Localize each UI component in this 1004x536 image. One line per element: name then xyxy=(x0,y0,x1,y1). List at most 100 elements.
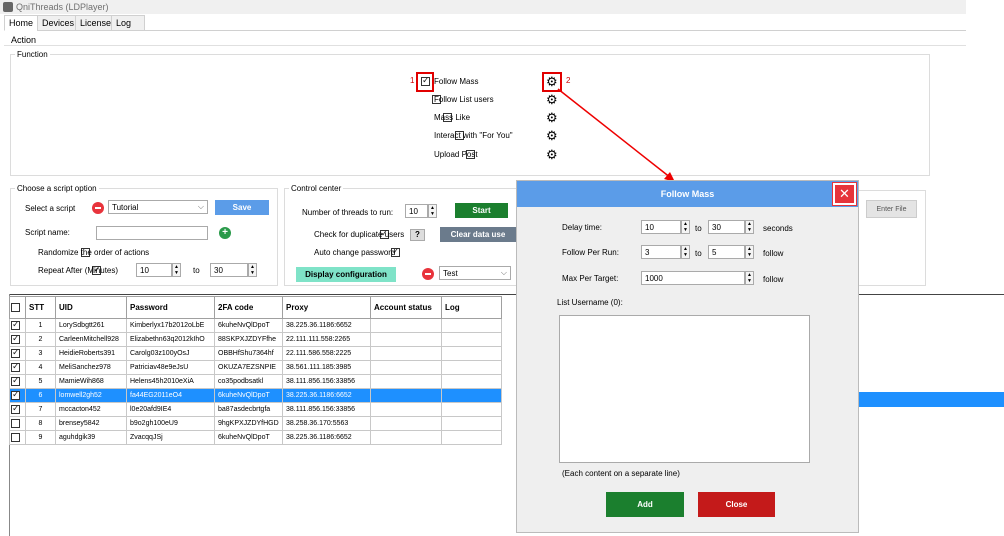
row-checkbox[interactable] xyxy=(11,390,20,400)
header-log[interactable]: Log xyxy=(441,296,502,319)
cell-stt: 3 xyxy=(25,346,56,361)
table-row[interactable]: 1LorySdbgtt261Kimberlyx17b2012oLbE6kuheN… xyxy=(9,318,502,333)
cell-password: b9o2gh100eU9 xyxy=(126,416,215,431)
row-checkbox[interactable] xyxy=(11,348,20,358)
cell-proxy: 38.225.36.1186:6652 xyxy=(282,430,371,445)
username-list-textarea[interactable] xyxy=(559,315,810,463)
row-checkbox-cell[interactable] xyxy=(9,374,26,389)
header-stt[interactable]: STT xyxy=(25,296,56,319)
delay-to-input[interactable]: 30 xyxy=(708,220,745,234)
repeat-from-input[interactable]: 10 xyxy=(136,263,172,277)
max-target-input[interactable]: 1000 xyxy=(641,271,745,285)
table-header-row: STT UID Password 2FA code Proxy Account … xyxy=(9,296,502,319)
follow-mass-checkbox[interactable] xyxy=(421,75,430,87)
row-checkbox-cell[interactable] xyxy=(9,360,26,375)
cell-account-status xyxy=(370,416,442,431)
script-name-input[interactable] xyxy=(96,226,208,240)
row-checkbox-cell[interactable] xyxy=(9,430,26,445)
cell-2fa: 6kuheNvQlDpoT xyxy=(214,318,283,333)
tab-home[interactable]: Home xyxy=(4,15,39,31)
cell-2fa: OBBHfShu7364hf xyxy=(214,346,283,361)
row-checkbox[interactable] xyxy=(11,433,20,442)
per-run-from-input[interactable]: 3 xyxy=(641,245,681,259)
start-button[interactable]: Start xyxy=(455,203,508,218)
delay-to-spinner[interactable]: ▲ ▼ xyxy=(745,220,754,234)
duplicate-help-button[interactable]: ? xyxy=(410,229,425,241)
row-checkbox[interactable] xyxy=(11,362,20,372)
tab-devices[interactable]: Devices xyxy=(37,15,80,31)
table-row[interactable]: 3HeidieRoberts391Carolg03z100yOsJOBBHfSh… xyxy=(9,346,502,361)
add-button[interactable]: Add xyxy=(606,492,684,517)
cell-stt: 2 xyxy=(25,332,56,347)
marker-1: 1 xyxy=(410,76,415,85)
row-checkbox-cell[interactable] xyxy=(9,318,26,333)
per-run-from-spinner[interactable]: ▲ ▼ xyxy=(681,245,690,259)
cell-2fa: 9hgKPXJZDYfHGD xyxy=(214,416,283,431)
header-uid[interactable]: UID xyxy=(55,296,127,319)
delete-config-icon[interactable] xyxy=(422,268,434,280)
row-checkbox[interactable] xyxy=(11,404,20,414)
close-button[interactable]: Close xyxy=(698,492,775,517)
table-row[interactable]: 8 brensey5842 b9o2gh100eU9 9hgKPXJZDYfHGD 38… xyxy=(9,416,502,431)
per-run-to-spinner[interactable]: ▲ ▼ xyxy=(745,245,754,259)
cell-uid: MeliSanchez978 xyxy=(55,360,127,375)
row-checkbox-cell[interactable] xyxy=(9,346,26,361)
table-row[interactable]: 2CarleenMitchell928Elizabethn63q2012kIhO… xyxy=(9,332,502,347)
config-select[interactable]: Test ⌵ xyxy=(439,266,511,280)
row-checkbox-cell[interactable] xyxy=(9,402,26,417)
row-checkbox[interactable] xyxy=(11,320,20,330)
header-2fa[interactable]: 2FA code xyxy=(214,296,283,319)
cell-uid: HeidieRoberts391 xyxy=(55,346,127,361)
cell-uid: MamieWih868 xyxy=(55,374,127,389)
marker-2: 2 xyxy=(566,76,571,85)
repeat-to-input[interactable]: 30 xyxy=(210,263,248,277)
cell-proxy: 38.258.36.170:5563 xyxy=(282,416,371,431)
upload-post-label: Upload Post xyxy=(434,150,478,159)
header-password[interactable]: Password xyxy=(126,296,215,319)
delete-script-icon[interactable] xyxy=(92,202,104,214)
threads-spinner[interactable]: ▲ ▼ xyxy=(428,204,437,218)
table-row[interactable]: 9 aguhdgik39 ZvacqqJSj 6kuheNvQlDpoT 38.225.… xyxy=(9,430,502,445)
add-script-icon[interactable]: + xyxy=(219,227,231,239)
script-name-label: Script name: xyxy=(25,228,70,237)
cell-password: Elizabethn63q2012kIhO xyxy=(126,332,215,347)
cell-log xyxy=(441,374,502,389)
row-checkbox-cell[interactable] xyxy=(9,332,26,347)
save-button[interactable]: Save xyxy=(215,200,269,215)
cell-2fa: 6kuheNvQlDpoT xyxy=(214,430,283,445)
repeat-from-spinner[interactable]: ▲ ▼ xyxy=(172,263,181,277)
cell-2fa: 6kuheNvQlDpoT xyxy=(214,388,283,403)
row-checkbox[interactable] xyxy=(11,419,20,428)
per-run-to-label: to xyxy=(695,249,702,258)
clear-data-button[interactable]: Clear data use xyxy=(440,227,516,242)
enter-file-button[interactable]: Enter File xyxy=(866,200,917,218)
table-row[interactable]: 7mccacton452l0e20afd9IE4ba87asdecbrtgfa3… xyxy=(9,402,502,417)
script-select[interactable]: Tutorial ⌵ xyxy=(108,200,208,214)
cell-uid: CarleenMitchell928 xyxy=(55,332,127,347)
delay-from-spinner[interactable]: ▲ ▼ xyxy=(681,220,690,234)
header-proxy[interactable]: Proxy xyxy=(282,296,371,319)
tab-log[interactable]: Log xyxy=(111,15,145,31)
cell-stt: 1 xyxy=(25,318,56,333)
cell-account-status xyxy=(370,318,442,333)
threads-input[interactable]: 10 xyxy=(405,204,428,218)
select-all-checkbox[interactable] xyxy=(11,303,20,313)
row-checkbox[interactable] xyxy=(11,376,20,386)
row-checkbox-cell[interactable] xyxy=(9,416,26,431)
per-run-to-input[interactable]: 5 xyxy=(708,245,745,259)
delay-from-input[interactable]: 10 xyxy=(641,220,681,234)
table-row[interactable]: 5MamieWih868Helens45h2010eXiAco35podbsat… xyxy=(9,374,502,389)
select-all-header[interactable] xyxy=(9,296,26,319)
tab-license[interactable]: License xyxy=(75,15,117,31)
function-legend: Function xyxy=(17,50,48,59)
row-checkbox-cell[interactable] xyxy=(9,388,26,403)
table-row[interactable]: 6lomwell2gh52fa44EG2011eO46kuheNvQlDpoT3… xyxy=(9,388,502,403)
repeat-to-spinner[interactable]: ▲ ▼ xyxy=(248,263,257,277)
cell-stt: 6 xyxy=(25,388,56,403)
max-target-spinner[interactable]: ▲ ▼ xyxy=(745,271,754,285)
header-account-status[interactable]: Account status xyxy=(370,296,442,319)
table-row[interactable]: 4MeliSanchez978Patriciav48e9eJsUOKUZA7EZ… xyxy=(9,360,502,375)
dialog-close-icon[interactable]: ✕ xyxy=(832,182,857,206)
display-config-button[interactable]: Display configuration xyxy=(296,267,396,282)
row-checkbox[interactable] xyxy=(11,334,20,344)
